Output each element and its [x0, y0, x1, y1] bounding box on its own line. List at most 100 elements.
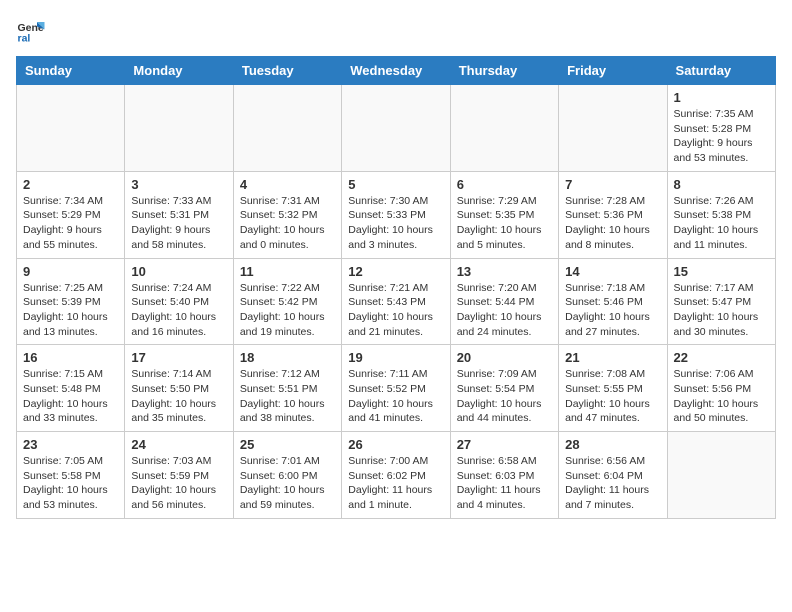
calendar-day-cell: 14 Sunrise: 7:18 AM Sunset: 5:46 PM Dayli… — [559, 258, 667, 345]
calendar-day-cell: 15 Sunrise: 7:17 AM Sunset: 5:47 PM Dayli… — [667, 258, 775, 345]
calendar-day-cell: 23 Sunrise: 7:05 AM Sunset: 5:58 PM Dayli… — [17, 432, 125, 519]
day-info: Sunrise: 7:09 AM Sunset: 5:54 PM Dayligh… — [457, 367, 552, 426]
day-number: 6 — [457, 177, 552, 192]
calendar-day-cell: 10 Sunrise: 7:24 AM Sunset: 5:40 PM Dayli… — [125, 258, 233, 345]
day-info: Sunrise: 7:34 AM Sunset: 5:29 PM Dayligh… — [23, 194, 118, 253]
calendar-day-cell: 25 Sunrise: 7:01 AM Sunset: 6:00 PM Dayli… — [233, 432, 341, 519]
day-info: Sunrise: 7:29 AM Sunset: 5:35 PM Dayligh… — [457, 194, 552, 253]
day-number: 7 — [565, 177, 660, 192]
day-info: Sunrise: 7:22 AM Sunset: 5:42 PM Dayligh… — [240, 281, 335, 340]
day-number: 14 — [565, 264, 660, 279]
day-info: Sunrise: 7:11 AM Sunset: 5:52 PM Dayligh… — [348, 367, 443, 426]
day-of-week-header: Sunday — [17, 57, 125, 85]
calendar-day-cell — [342, 85, 450, 172]
calendar-table: SundayMondayTuesdayWednesdayThursdayFrid… — [16, 56, 776, 519]
day-number: 24 — [131, 437, 226, 452]
calendar-day-cell: 9 Sunrise: 7:25 AM Sunset: 5:39 PM Daylig… — [17, 258, 125, 345]
logo: Gene ral — [16, 16, 50, 46]
day-info: Sunrise: 7:00 AM Sunset: 6:02 PM Dayligh… — [348, 454, 443, 513]
day-info: Sunrise: 7:18 AM Sunset: 5:46 PM Dayligh… — [565, 281, 660, 340]
calendar-week-row: 2 Sunrise: 7:34 AM Sunset: 5:29 PM Daylig… — [17, 171, 776, 258]
day-info: Sunrise: 7:35 AM Sunset: 5:28 PM Dayligh… — [674, 107, 769, 166]
calendar-day-cell: 21 Sunrise: 7:08 AM Sunset: 5:55 PM Dayli… — [559, 345, 667, 432]
day-number: 20 — [457, 350, 552, 365]
calendar-day-cell: 27 Sunrise: 6:58 AM Sunset: 6:03 PM Dayli… — [450, 432, 558, 519]
day-of-week-header: Wednesday — [342, 57, 450, 85]
page-header: Gene ral — [16, 16, 776, 46]
calendar-day-cell: 20 Sunrise: 7:09 AM Sunset: 5:54 PM Dayli… — [450, 345, 558, 432]
day-of-week-header: Friday — [559, 57, 667, 85]
day-number: 23 — [23, 437, 118, 452]
calendar-day-cell — [125, 85, 233, 172]
day-info: Sunrise: 7:33 AM Sunset: 5:31 PM Dayligh… — [131, 194, 226, 253]
calendar-day-cell — [233, 85, 341, 172]
day-number: 10 — [131, 264, 226, 279]
day-info: Sunrise: 7:25 AM Sunset: 5:39 PM Dayligh… — [23, 281, 118, 340]
calendar-day-cell: 26 Sunrise: 7:00 AM Sunset: 6:02 PM Dayli… — [342, 432, 450, 519]
day-number: 3 — [131, 177, 226, 192]
calendar-day-cell — [17, 85, 125, 172]
calendar-day-cell: 11 Sunrise: 7:22 AM Sunset: 5:42 PM Dayli… — [233, 258, 341, 345]
day-info: Sunrise: 7:14 AM Sunset: 5:50 PM Dayligh… — [131, 367, 226, 426]
calendar-day-cell — [559, 85, 667, 172]
day-info: Sunrise: 7:12 AM Sunset: 5:51 PM Dayligh… — [240, 367, 335, 426]
calendar-day-cell: 7 Sunrise: 7:28 AM Sunset: 5:36 PM Daylig… — [559, 171, 667, 258]
day-info: Sunrise: 7:01 AM Sunset: 6:00 PM Dayligh… — [240, 454, 335, 513]
day-number: 15 — [674, 264, 769, 279]
calendar-day-cell — [667, 432, 775, 519]
calendar-day-cell: 22Sunrise: 7:06 AM Sunset: 5:56 PM Dayli… — [667, 345, 775, 432]
day-info: Sunrise: 7:06 AM Sunset: 5:56 PM Dayligh… — [674, 367, 769, 426]
calendar-day-cell: 1 Sunrise: 7:35 AM Sunset: 5:28 PM Daylig… — [667, 85, 775, 172]
day-of-week-header: Saturday — [667, 57, 775, 85]
calendar-day-cell: 3 Sunrise: 7:33 AM Sunset: 5:31 PM Daylig… — [125, 171, 233, 258]
day-number: 9 — [23, 264, 118, 279]
day-number: 5 — [348, 177, 443, 192]
day-number: 4 — [240, 177, 335, 192]
calendar-day-cell: 18 Sunrise: 7:12 AM Sunset: 5:51 PM Dayli… — [233, 345, 341, 432]
day-info: Sunrise: 7:17 AM Sunset: 5:47 PM Dayligh… — [674, 281, 769, 340]
day-of-week-header: Monday — [125, 57, 233, 85]
calendar-week-row: 9 Sunrise: 7:25 AM Sunset: 5:39 PM Daylig… — [17, 258, 776, 345]
day-number: 8 — [674, 177, 769, 192]
day-number: 2 — [23, 177, 118, 192]
calendar-day-cell: 16Sunrise: 7:15 AM Sunset: 5:48 PM Dayli… — [17, 345, 125, 432]
logo-icon: Gene ral — [16, 16, 46, 46]
day-info: Sunrise: 6:56 AM Sunset: 6:04 PM Dayligh… — [565, 454, 660, 513]
svg-text:ral: ral — [18, 33, 31, 45]
day-number: 26 — [348, 437, 443, 452]
day-info: Sunrise: 7:20 AM Sunset: 5:44 PM Dayligh… — [457, 281, 552, 340]
day-info: Sunrise: 6:58 AM Sunset: 6:03 PM Dayligh… — [457, 454, 552, 513]
day-info: Sunrise: 7:21 AM Sunset: 5:43 PM Dayligh… — [348, 281, 443, 340]
day-number: 11 — [240, 264, 335, 279]
calendar-day-cell: 5Sunrise: 7:30 AM Sunset: 5:33 PM Daylig… — [342, 171, 450, 258]
day-info: Sunrise: 7:24 AM Sunset: 5:40 PM Dayligh… — [131, 281, 226, 340]
calendar-day-cell: 2 Sunrise: 7:34 AM Sunset: 5:29 PM Daylig… — [17, 171, 125, 258]
calendar-day-cell: 4 Sunrise: 7:31 AM Sunset: 5:32 PM Daylig… — [233, 171, 341, 258]
calendar-day-cell: 8 Sunrise: 7:26 AM Sunset: 5:38 PM Daylig… — [667, 171, 775, 258]
day-number: 25 — [240, 437, 335, 452]
day-info: Sunrise: 7:31 AM Sunset: 5:32 PM Dayligh… — [240, 194, 335, 253]
day-info: Sunrise: 7:26 AM Sunset: 5:38 PM Dayligh… — [674, 194, 769, 253]
day-number: 21 — [565, 350, 660, 365]
day-number: 19 — [348, 350, 443, 365]
day-info: Sunrise: 7:05 AM Sunset: 5:58 PM Dayligh… — [23, 454, 118, 513]
day-info: Sunrise: 7:08 AM Sunset: 5:55 PM Dayligh… — [565, 367, 660, 426]
day-number: 12 — [348, 264, 443, 279]
day-info: Sunrise: 7:28 AM Sunset: 5:36 PM Dayligh… — [565, 194, 660, 253]
day-info: Sunrise: 7:15 AM Sunset: 5:48 PM Dayligh… — [23, 367, 118, 426]
day-number: 18 — [240, 350, 335, 365]
day-of-week-header: Thursday — [450, 57, 558, 85]
calendar-day-cell: 12 Sunrise: 7:21 AM Sunset: 5:43 PM Dayli… — [342, 258, 450, 345]
calendar-day-cell: 24Sunrise: 7:03 AM Sunset: 5:59 PM Dayli… — [125, 432, 233, 519]
calendar-day-cell: 17Sunrise: 7:14 AM Sunset: 5:50 PM Dayli… — [125, 345, 233, 432]
day-number: 27 — [457, 437, 552, 452]
calendar-week-row: 16Sunrise: 7:15 AM Sunset: 5:48 PM Dayli… — [17, 345, 776, 432]
calendar-day-cell: 13 Sunrise: 7:20 AM Sunset: 5:44 PM Dayli… — [450, 258, 558, 345]
calendar-week-row: 23 Sunrise: 7:05 AM Sunset: 5:58 PM Dayli… — [17, 432, 776, 519]
calendar-day-cell: 28Sunrise: 6:56 AM Sunset: 6:04 PM Dayli… — [559, 432, 667, 519]
calendar-week-row: 1 Sunrise: 7:35 AM Sunset: 5:28 PM Daylig… — [17, 85, 776, 172]
day-number: 13 — [457, 264, 552, 279]
day-number: 1 — [674, 90, 769, 105]
calendar-header-row: SundayMondayTuesdayWednesdayThursdayFrid… — [17, 57, 776, 85]
calendar-day-cell: 19 Sunrise: 7:11 AM Sunset: 5:52 PM Dayli… — [342, 345, 450, 432]
